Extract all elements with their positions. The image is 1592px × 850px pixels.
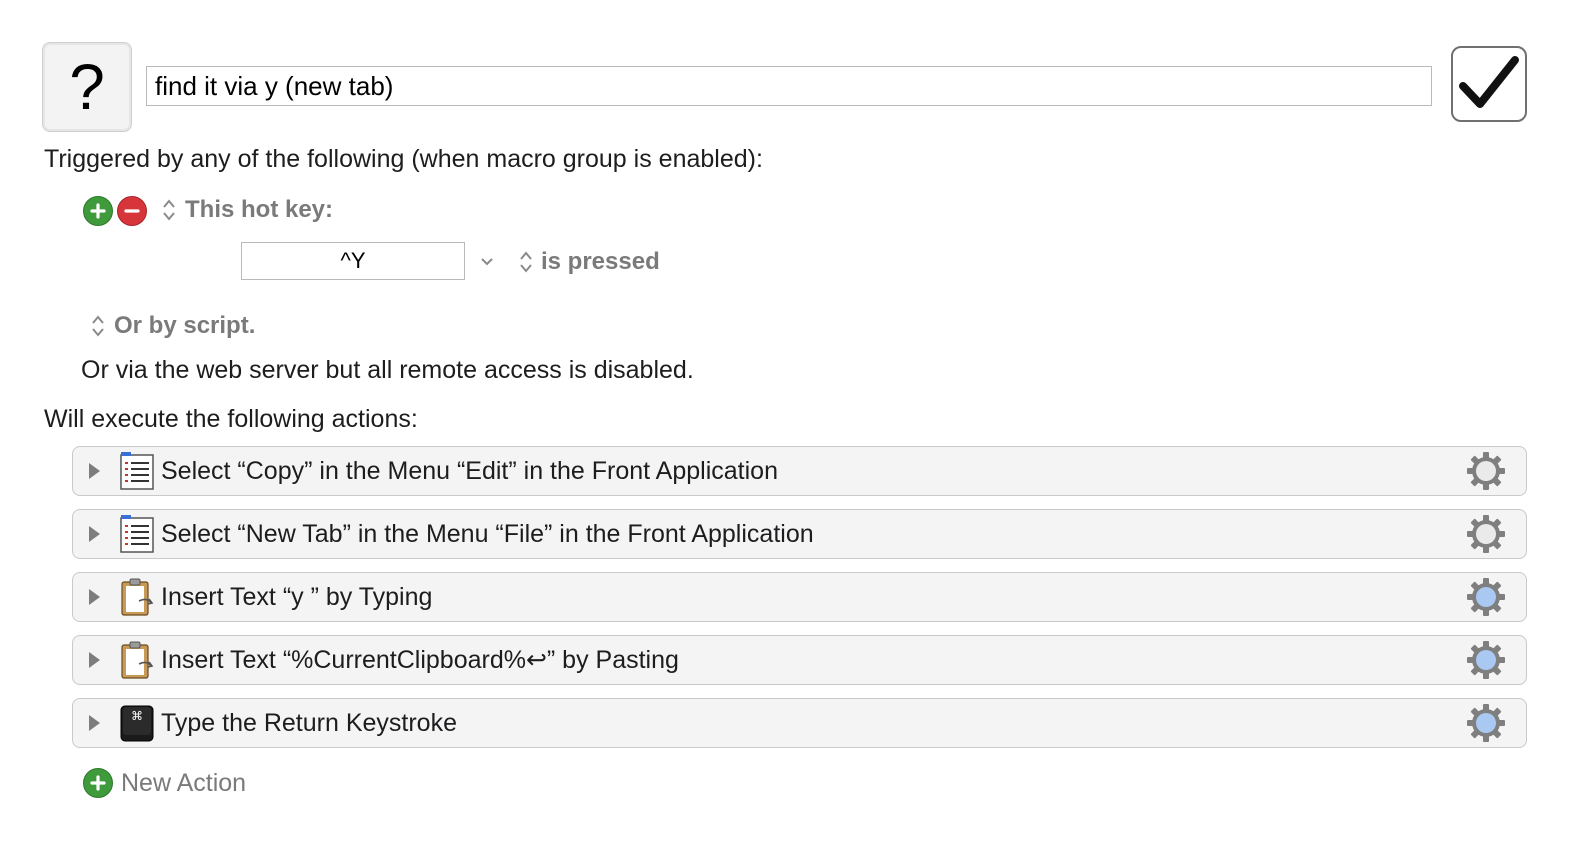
- web-server-note: Or via the web server but all remote acc…: [81, 356, 694, 384]
- action-gear-button[interactable]: [1464, 449, 1508, 493]
- action-label: Insert Text “y ” by Typing: [161, 582, 433, 611]
- triggers-heading: Triggered by any of the following (when …: [44, 145, 763, 173]
- updown-chevron-icon: [92, 315, 104, 337]
- menu-list-icon: [117, 514, 157, 554]
- action-label: Type the Return Keystroke: [161, 708, 457, 737]
- menu-list-icon: [117, 451, 157, 491]
- updown-chevron-icon: [163, 199, 175, 221]
- disclosure-triangle[interactable]: [73, 714, 115, 732]
- action-gear-button[interactable]: [1464, 638, 1508, 682]
- clipboard-icon: [117, 577, 157, 617]
- macro-enabled-checkbox[interactable]: [1451, 46, 1527, 122]
- trigger-type-popup[interactable]: This hot key:: [160, 196, 333, 224]
- updown-chevron-icon: [520, 251, 532, 273]
- chevron-down-icon: [481, 258, 493, 266]
- macro-icon-well[interactable]: ?: [42, 42, 132, 132]
- plus-circle-icon: [83, 768, 113, 798]
- gear-icon: [1467, 704, 1505, 742]
- disclosure-triangle-icon: [89, 526, 100, 542]
- hotkey-condition-label: is pressed: [541, 248, 660, 275]
- action-row[interactable]: Select “Copy” in the Menu “Edit” in the …: [72, 446, 1527, 496]
- new-action-button[interactable]: New Action: [83, 768, 246, 798]
- remove-trigger-button[interactable]: [117, 196, 147, 226]
- action-label: Select “Copy” in the Menu “Edit” in the …: [161, 456, 778, 485]
- trigger-type-label: This hot key:: [185, 196, 334, 223]
- action-label: Select “New Tab” in the Menu “File” in t…: [161, 519, 814, 548]
- gear-icon: [1467, 578, 1505, 616]
- disclosure-triangle-icon: [89, 589, 100, 605]
- action-row[interactable]: Insert Text “y ” by Typing: [72, 572, 1527, 622]
- disclosure-triangle-icon: [89, 652, 100, 668]
- add-trigger-button[interactable]: [83, 196, 113, 226]
- disclosure-triangle-icon: [89, 715, 100, 731]
- disclosure-triangle-icon: [89, 463, 100, 479]
- plus-icon: [90, 203, 106, 219]
- gear-icon: [1467, 452, 1505, 490]
- action-row[interactable]: Insert Text “%CurrentClipboard%↩” by Pas…: [72, 635, 1527, 685]
- question-mark-icon: ?: [69, 51, 105, 123]
- action-row[interactable]: ⌘ Type the Return Keystroke: [72, 698, 1527, 748]
- minus-icon: [124, 209, 140, 213]
- disclosure-triangle[interactable]: [73, 462, 115, 480]
- hotkey-condition-popup[interactable]: is pressed: [517, 248, 660, 276]
- script-trigger-popup[interactable]: Or by script.: [89, 312, 255, 340]
- action-label: Insert Text “%CurrentClipboard%↩” by Pas…: [161, 646, 679, 674]
- disclosure-triangle[interactable]: [73, 588, 115, 606]
- disclosure-triangle[interactable]: [73, 651, 115, 669]
- disclosure-triangle[interactable]: [73, 525, 115, 543]
- gear-icon: [1467, 641, 1505, 679]
- action-gear-button[interactable]: [1464, 575, 1508, 619]
- action-gear-button[interactable]: [1464, 701, 1508, 745]
- actions-heading: Will execute the following actions:: [44, 405, 418, 433]
- macro-name-field[interactable]: [146, 66, 1432, 106]
- script-trigger-label: Or by script.: [114, 312, 256, 339]
- gear-icon: [1467, 515, 1505, 553]
- action-gear-button[interactable]: [1464, 512, 1508, 556]
- command-key-icon: ⌘: [117, 703, 157, 743]
- new-action-label: New Action: [121, 768, 247, 797]
- svg-text:⌘: ⌘: [131, 709, 143, 723]
- checkmark-icon: [1459, 56, 1519, 108]
- hotkey-dropdown-button[interactable]: [478, 252, 496, 275]
- hotkey-field[interactable]: ^Y: [241, 242, 465, 280]
- clipboard-icon: [117, 640, 157, 680]
- action-row[interactable]: Select “New Tab” in the Menu “File” in t…: [72, 509, 1527, 559]
